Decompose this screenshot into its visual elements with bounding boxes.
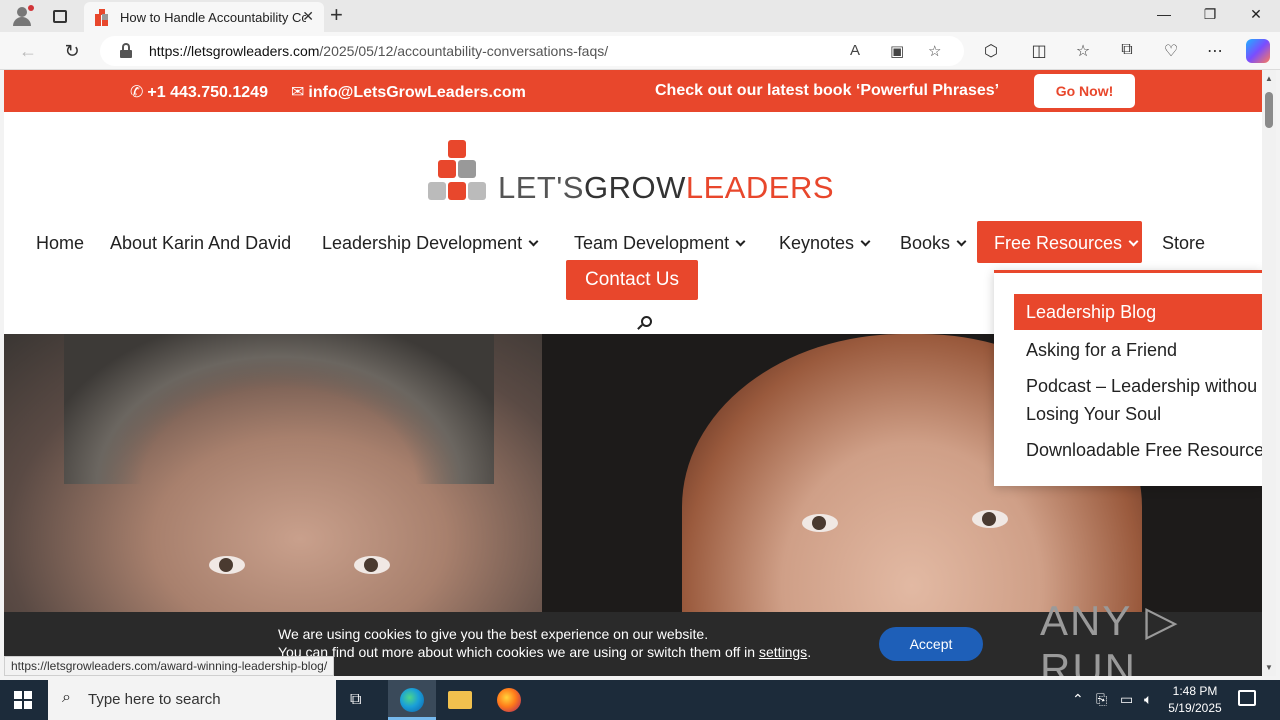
top-contact-bar: ✆ +1 443.750.1249 ✉ info@LetsGrowLeaders.c… xyxy=(4,70,1262,112)
nav-books[interactable]: Books xyxy=(900,233,967,254)
logo-block xyxy=(438,160,456,178)
close-window-icon[interactable]: ✕ xyxy=(1246,6,1266,23)
network-icon[interactable]: ▭ xyxy=(1120,691,1133,708)
dropdown-item-podcast-line2[interactable]: Losing Your Soul xyxy=(1026,400,1161,428)
logo-block xyxy=(468,182,486,200)
split-screen-icon[interactable]: ◫ xyxy=(1028,41,1050,61)
copilot-icon[interactable] xyxy=(1246,39,1270,63)
dropdown-item-downloadable[interactable]: Downloadable Free Resource xyxy=(1026,436,1262,464)
collections-icon[interactable]: ⧉ xyxy=(1116,41,1138,59)
eye-shape xyxy=(209,556,245,574)
edge-icon[interactable] xyxy=(400,688,424,712)
windows-taskbar: ⌕ Type here to search ⧉ ⌃ ⎘ ▭ 🔈︎ 1:48 PM… xyxy=(0,680,1280,720)
scroll-thumb[interactable] xyxy=(1265,92,1273,128)
tab-title: How to Handle Accountability Co xyxy=(120,9,306,25)
nav-store[interactable]: Store xyxy=(1162,233,1205,254)
anyrun-watermark: ANY ▷ RUN xyxy=(1040,596,1180,677)
nav-home[interactable]: Home xyxy=(36,233,84,254)
chevron-down-icon xyxy=(860,236,871,247)
cookie-settings-link[interactable]: settings xyxy=(759,644,807,660)
email-link[interactable]: ✉ info@LetsGrowLeaders.com xyxy=(291,82,526,102)
web-page: ✆ +1 443.750.1249 ✉ info@LetsGrowLeaders.c… xyxy=(4,70,1262,676)
favorite-star-icon[interactable]: ☆ xyxy=(928,42,941,60)
search-icon: ⌕ xyxy=(62,689,71,706)
eye-shape xyxy=(354,556,390,574)
tab-close-icon[interactable]: ✕ xyxy=(302,8,314,25)
status-url-tooltip: https://letsgrowleaders.com/award-winnin… xyxy=(4,656,335,676)
logo-block xyxy=(448,182,466,200)
favorites-icon[interactable]: ☆ xyxy=(1072,41,1094,61)
system-clock[interactable]: 1:48 PM 5/19/2025 xyxy=(1160,683,1230,717)
page-scrollbar[interactable]: ▲ ▼ xyxy=(1262,70,1276,676)
logo-block xyxy=(458,160,476,178)
url-text[interactable]: https://letsgrowleaders.com/2025/05/12/a… xyxy=(149,43,608,59)
nav-free-resources[interactable]: Free Resources xyxy=(994,233,1139,254)
refresh-icon[interactable]: ↻ xyxy=(62,41,82,62)
eye-shape xyxy=(972,510,1008,528)
logo-text: LET'SGROWLEADERS xyxy=(498,170,835,205)
firefox-icon[interactable] xyxy=(497,688,521,712)
read-aloud-icon[interactable]: A xyxy=(850,42,860,59)
browser-essentials-icon[interactable]: ♡ xyxy=(1160,41,1182,61)
eye-shape xyxy=(802,514,838,532)
url-bar[interactable]: https://letsgrowleaders.com/2025/05/12/a… xyxy=(100,36,964,66)
cookie-text: We are using cookies to give you the bes… xyxy=(278,626,709,642)
mail-icon: ✉ xyxy=(291,84,305,101)
promo-text: Check out our latest book ‘Powerful Phra… xyxy=(655,82,1000,99)
restore-icon[interactable]: ❐ xyxy=(1200,6,1220,23)
tab-actions-icon[interactable] xyxy=(50,6,70,26)
minimize-icon[interactable]: — xyxy=(1154,6,1174,22)
clock-date: 5/19/2025 xyxy=(1168,701,1222,715)
more-options-icon[interactable]: ⋯ xyxy=(1204,41,1226,61)
logo-block xyxy=(428,182,446,200)
dropdown-item-asking-friend[interactable]: Asking for a Friend xyxy=(1026,336,1177,364)
logo-block xyxy=(448,140,466,158)
dropdown-item-leadership-blog[interactable]: Leadership Blog xyxy=(1014,294,1262,330)
immersive-reader-icon[interactable]: ▣ xyxy=(890,42,904,60)
taskbar-search-placeholder: Type here to search xyxy=(88,691,221,708)
nav-leadership-development[interactable]: Leadership Development xyxy=(322,233,539,254)
windows-start-icon[interactable] xyxy=(14,691,32,709)
nav-about[interactable]: About Karin And David xyxy=(110,233,291,254)
chevron-up-icon[interactable]: ⌃ xyxy=(1072,691,1084,708)
address-toolbar: ← ↻ https://letsgrowleaders.com/2025/05/… xyxy=(0,32,1280,70)
new-tab-button[interactable]: + xyxy=(330,4,343,26)
file-explorer-icon[interactable] xyxy=(448,691,472,709)
chevron-down-icon xyxy=(956,236,967,247)
site-favicon-icon xyxy=(94,9,110,26)
go-now-button[interactable]: Go Now! xyxy=(1034,74,1135,108)
back-icon[interactable]: ← xyxy=(18,41,38,62)
scroll-up-icon[interactable]: ▲ xyxy=(1265,74,1273,83)
search-icon[interactable] xyxy=(637,316,652,330)
phone-icon: ✆ xyxy=(130,84,144,101)
browser-tab[interactable]: How to Handle Accountability Co ✕ xyxy=(84,2,324,32)
dropdown-item-podcast[interactable]: Podcast – Leadership withou xyxy=(1026,372,1257,400)
taskbar-search[interactable]: ⌕ Type here to search xyxy=(48,680,336,720)
task-view-icon[interactable]: ⧉ xyxy=(350,691,361,709)
site-logo[interactable]: LET'SGROWLEADERS xyxy=(428,140,848,205)
extensions-icon[interactable]: ⬡ xyxy=(980,41,1002,61)
accept-cookies-button[interactable]: Accept xyxy=(879,627,983,661)
cookie-text-2: You can find out more about which cookie… xyxy=(278,644,812,660)
nav-keynotes[interactable]: Keynotes xyxy=(779,233,871,254)
clock-time: 1:48 PM xyxy=(1172,684,1218,698)
scroll-down-icon[interactable]: ▼ xyxy=(1265,663,1273,672)
chevron-down-icon xyxy=(528,236,539,247)
phone-link[interactable]: ✆ +1 443.750.1249 xyxy=(130,82,268,102)
contact-us-button[interactable]: Contact Us xyxy=(566,260,698,300)
notification-icon[interactable] xyxy=(1238,690,1256,706)
profile-icon[interactable] xyxy=(12,5,34,26)
nav-team-development[interactable]: Team Development xyxy=(574,233,746,254)
chevron-down-icon xyxy=(735,236,746,247)
usb-icon[interactable]: ⎘ xyxy=(1096,691,1107,708)
volume-icon[interactable]: 🔈︎ xyxy=(1144,691,1152,708)
chevron-down-icon xyxy=(1128,236,1139,247)
browser-title-bar: How to Handle Accountability Co ✕ + — ❐ … xyxy=(0,0,1280,32)
lock-icon[interactable] xyxy=(120,43,132,58)
free-resources-dropdown: Leadership Blog Asking for a Friend Podc… xyxy=(994,270,1262,486)
